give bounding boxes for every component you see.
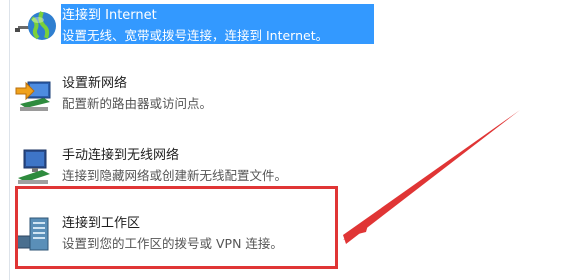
pointer-arrow-icon	[343, 110, 520, 244]
